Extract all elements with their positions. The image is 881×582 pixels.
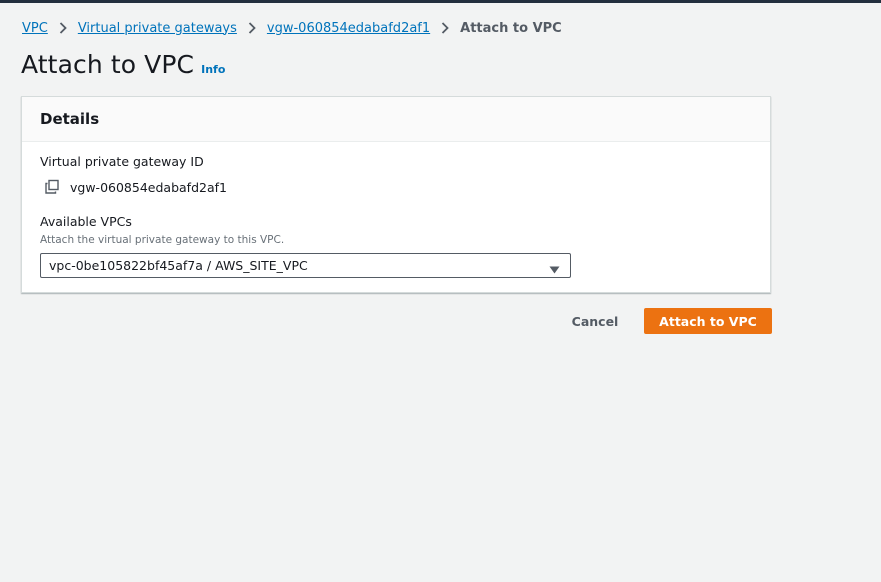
- available-vpcs-label: Available VPCs: [40, 214, 132, 229]
- breadcrumb-current: Attach to VPC: [460, 20, 562, 36]
- attach-to-vpc-button[interactable]: Attach to VPC: [644, 308, 772, 334]
- caret-down-icon: [549, 262, 560, 277]
- gateway-id-row: vgw-060854edabafd2af1: [44, 179, 227, 195]
- available-vpcs-description: Attach the virtual private gateway to th…: [40, 234, 285, 246]
- details-panel: Details Virtual private gateway ID vgw-0…: [21, 96, 771, 293]
- page-header: Attach to VPC Info: [21, 50, 225, 79]
- breadcrumb-item-vpc[interactable]: VPC: [22, 21, 48, 36]
- breadcrumb: VPC Virtual private gateways vgw-060854e…: [22, 19, 562, 37]
- info-link[interactable]: Info: [201, 63, 225, 76]
- top-bar: [0, 0, 881, 3]
- page-title: Attach to VPC: [21, 50, 195, 79]
- copy-icon[interactable]: [44, 179, 60, 195]
- available-vpcs-selected-value: vpc-0be105822bf45af7a / AWS_SITE_VPC: [49, 258, 308, 273]
- chevron-right-icon: [48, 21, 78, 36]
- breadcrumb-item-gateway-id[interactable]: vgw-060854edabafd2af1: [267, 21, 430, 36]
- gateway-id-label: Virtual private gateway ID: [40, 154, 204, 169]
- details-heading: Details: [40, 110, 100, 128]
- cancel-button[interactable]: Cancel: [562, 308, 628, 334]
- breadcrumb-item-virtual-private-gateways[interactable]: Virtual private gateways: [78, 21, 237, 36]
- gateway-id-value: vgw-060854edabafd2af1: [70, 179, 227, 195]
- available-vpcs-select[interactable]: vpc-0be105822bf45af7a / AWS_SITE_VPC: [40, 253, 571, 278]
- chevron-right-icon: [237, 21, 267, 36]
- form-actions: Cancel Attach to VPC: [0, 308, 881, 334]
- details-panel-header: Details: [22, 97, 770, 142]
- chevron-right-icon: [430, 21, 460, 36]
